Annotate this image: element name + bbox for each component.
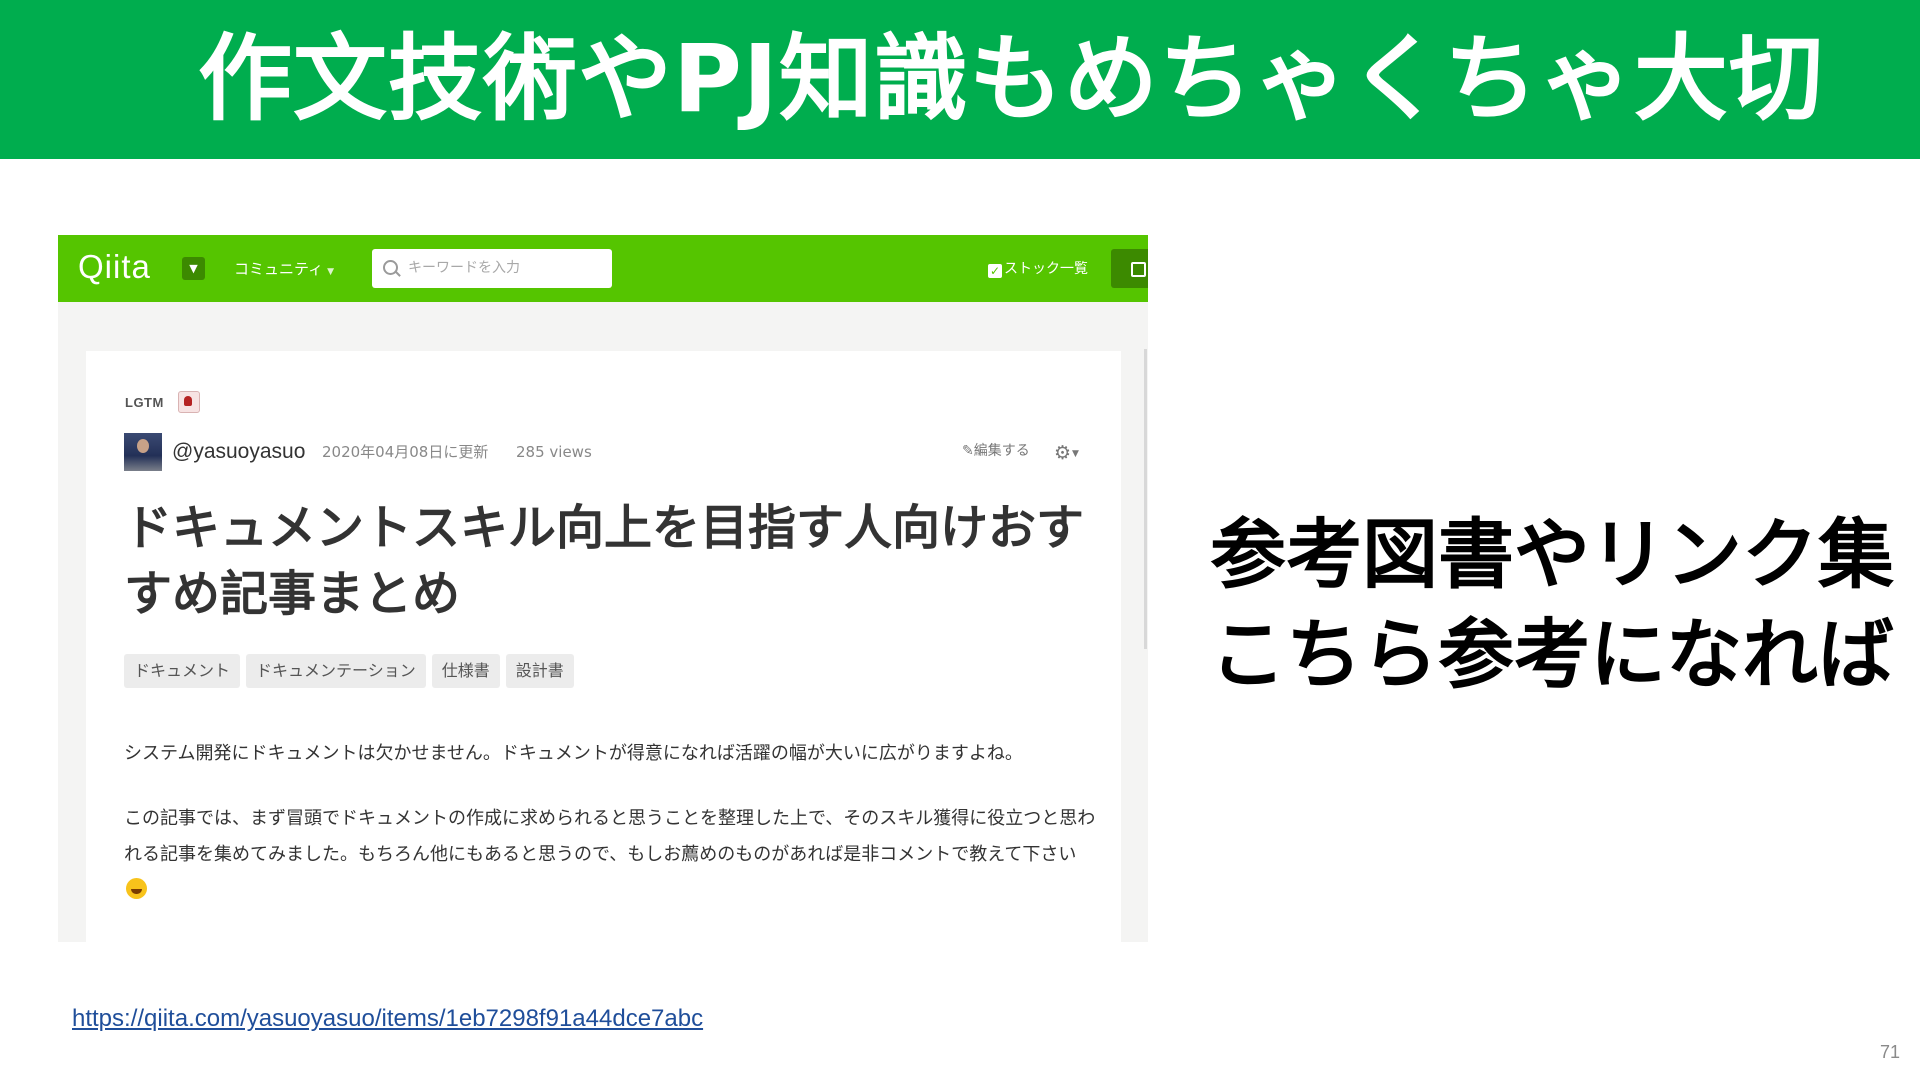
caret-down-icon: ▼ bbox=[327, 267, 335, 277]
caret-down-icon: ▼ bbox=[189, 262, 198, 275]
qiita-screenshot: Qiita ▼ コミュニティ▼ ✓ストック一覧 LGTM @yasuoyasuo… bbox=[58, 235, 1148, 942]
tag-item[interactable]: 設計書 bbox=[505, 654, 574, 688]
lgtm-label: LGTM bbox=[125, 395, 164, 410]
tag-list: ドキュメント ドキュメンテーション 仕様書 設計書 bbox=[124, 654, 580, 688]
community-menu[interactable]: コミュニティ ▼ bbox=[234, 259, 334, 282]
qiita-logo[interactable]: Qiita bbox=[78, 247, 151, 287]
article-paragraph: システム開発にドキュメントは欠かせません。ドキュメントが得意になれば活躍の幅が大… bbox=[124, 743, 1023, 764]
edit-label: 編集する bbox=[973, 443, 1030, 459]
article-paragraph-text: この記事では、まず冒頭でドキュメントの作成に求められると思うことを整理した上で、… bbox=[124, 808, 1096, 865]
tag-item[interactable]: ドキュメンテーション bbox=[246, 654, 426, 688]
author-avatar[interactable] bbox=[124, 433, 162, 471]
tag-item[interactable]: 仕様書 bbox=[431, 654, 500, 688]
smile-emoji-icon bbox=[126, 878, 147, 899]
scrollbar[interactable] bbox=[1144, 349, 1147, 649]
article-card: LGTM @yasuoyasuo 2020年04月08日に更新 285 view… bbox=[86, 351, 1121, 942]
page-number: 71 bbox=[1880, 1042, 1901, 1062]
check-icon: ✓ bbox=[988, 264, 1002, 278]
side-caption-line: 参考図書やリンク集 bbox=[1210, 510, 1894, 599]
slide-title: 作文技術やPJ知識もめちゃくちゃ大切 bbox=[198, 25, 1824, 134]
tag-item[interactable]: ドキュメント bbox=[124, 654, 241, 688]
author-name[interactable]: @yasuoyasuo bbox=[172, 439, 305, 465]
search-box[interactable] bbox=[372, 249, 612, 288]
search-input[interactable] bbox=[408, 257, 603, 279]
article-url-link[interactable]: https://qiita.com/yasuoyasuo/items/1eb72… bbox=[72, 1003, 703, 1035]
article-paragraph: この記事では、まず冒頭でドキュメントの作成に求められると思うことを整理した上で、… bbox=[124, 801, 1099, 909]
post-article-button[interactable] bbox=[1111, 249, 1148, 288]
side-caption: 参考図書やリンク集 こちら参考になれば bbox=[1210, 505, 1894, 705]
caret-down-icon: ▼ bbox=[1072, 449, 1079, 459]
gear-icon: ⚙ bbox=[1054, 442, 1072, 464]
community-label: コミュニティ bbox=[234, 260, 324, 278]
article-title: ドキュメントスキル向上を目指す人向けおすすめ記事まとめ bbox=[124, 500, 1085, 622]
title-banner: 作文技術やPJ知識もめちゃくちゃ大切 bbox=[0, 0, 1920, 159]
stock-list-label: ストック一覧 bbox=[1004, 261, 1088, 277]
lgtm-badge-icon bbox=[178, 391, 200, 413]
article-settings-menu[interactable]: ⚙▼ bbox=[1054, 443, 1088, 463]
logo-dropdown-button[interactable]: ▼ bbox=[182, 257, 205, 280]
updated-date: 2020年04月08日に更新 bbox=[322, 443, 489, 461]
edit-icon bbox=[1131, 262, 1146, 277]
search-icon bbox=[383, 260, 398, 275]
pencil-icon: ✎ bbox=[962, 443, 974, 459]
qiita-header: Qiita ▼ コミュニティ▼ ✓ストック一覧 bbox=[58, 235, 1148, 302]
side-caption-line: こちら参考になれば bbox=[1210, 610, 1894, 699]
stock-list-link[interactable]: ✓ ストック一覧 bbox=[988, 259, 1088, 279]
view-count: 285 views bbox=[516, 443, 592, 461]
edit-article-link[interactable]: ✎編集する bbox=[962, 440, 1030, 462]
